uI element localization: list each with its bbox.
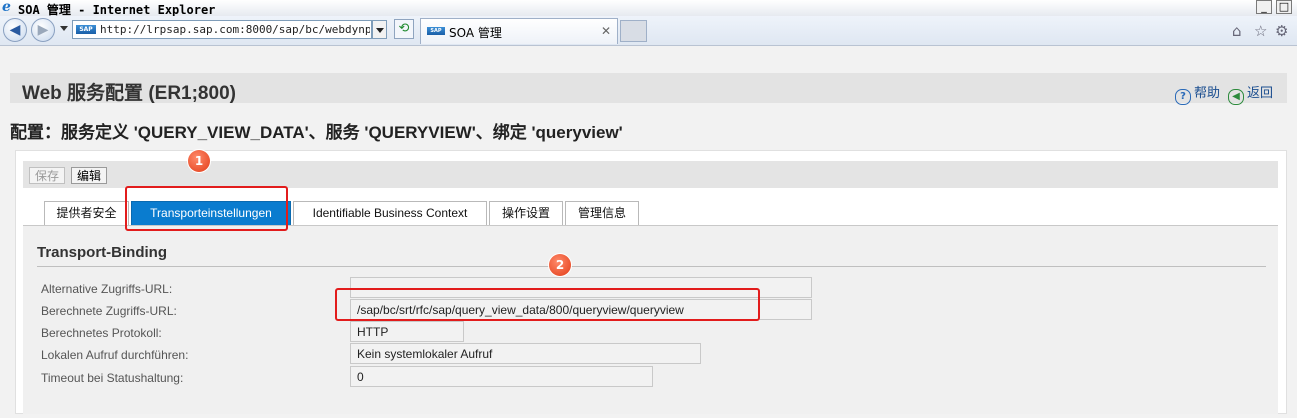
section-divider [37, 266, 1266, 267]
help-icon: ? [1175, 89, 1191, 105]
toolbar: 保存 编辑 [23, 161, 1278, 188]
back-link[interactable]: ◀ 返回 [1228, 82, 1273, 105]
page-title: Web 服务配置 (ER1;800) [22, 83, 236, 104]
internet-explorer-icon: e [2, 0, 11, 15]
window-title-bar: e SOA 管理 - Internet Explorer _ □ [0, 0, 1297, 17]
new-tab-button[interactable] [620, 20, 647, 42]
computed-protocol-label: Berechnetes Protokoll: [41, 326, 162, 340]
page-content: Web 服务配置 (ER1;800) ? 帮助 ◀ 返回 配置：服务定义 'QUER… [0, 46, 1297, 418]
browser-tab-label: SOA 管理 [449, 26, 502, 40]
star-icon[interactable]: ☆ [1254, 22, 1267, 40]
close-tab-icon[interactable]: ✕ [601, 24, 611, 38]
help-link[interactable]: ? 帮助 [1175, 82, 1220, 105]
edit-button[interactable]: 编辑 [71, 167, 108, 184]
sap-logo-icon: SAP [76, 25, 96, 34]
save-button[interactable]: 保存 [29, 167, 66, 184]
address-dropdown-button[interactable] [372, 20, 387, 39]
back-arrow-icon[interactable]: ◀ [3, 18, 27, 42]
alternative-url-label: Alternative Zugriffs-URL: [41, 282, 173, 296]
address-url[interactable]: http://lrpsap.sap.com:8000/sap/bc/webdyn… [100, 23, 370, 36]
local-call-field[interactable]: Kein systemlokaler Aufruf [350, 343, 701, 364]
highlight-box-computed-url [335, 288, 760, 321]
tab-identifiable-business-context[interactable]: Identifiable Business Context [293, 201, 487, 225]
minimize-button[interactable]: _ [1256, 0, 1272, 14]
tab-operation-settings[interactable]: 操作设置 [489, 201, 563, 225]
home-icon[interactable]: ⌂ [1232, 22, 1242, 40]
local-call-label: Lokalen Aufruf durchführen: [41, 348, 189, 362]
sap-tab-icon: SAP [427, 27, 445, 35]
tab-provider-security[interactable]: 提供者安全 [44, 201, 129, 225]
browser-tab[interactable]: SAP SOA 管理 ✕ [420, 18, 618, 44]
maximize-button[interactable]: □ [1276, 0, 1292, 14]
tab-admin-info[interactable]: 管理信息 [565, 201, 639, 225]
stateful-timeout-field[interactable]: 0 [350, 366, 653, 387]
stateful-timeout-label: Timeout bei Statushaltung: [41, 371, 184, 385]
annotation-badge-1: 1 [188, 150, 210, 172]
highlight-box-transport-tab [125, 186, 288, 231]
back-icon: ◀ [1228, 89, 1244, 105]
history-dropdown-icon[interactable] [60, 26, 68, 31]
app-header: Web 服务配置 (ER1;800) ? 帮助 ◀ 返回 [10, 73, 1287, 105]
config-subtitle: 配置：服务定义 'QUERY_VIEW_DATA'、服务 'QUERYVIEW'… [10, 123, 623, 142]
forward-arrow-icon[interactable]: ▶ [31, 18, 55, 42]
address-bar[interactable]: SAP http://lrpsap.sap.com:8000/sap/bc/we… [72, 20, 372, 39]
browser-nav-bar: ◀ ▶ SAP http://lrpsap.sap.com:8000/sap/b… [0, 16, 1297, 46]
gear-icon[interactable]: ⚙ [1275, 22, 1288, 40]
refresh-icon[interactable]: ⟲ [394, 19, 414, 39]
section-title: Transport-Binding [37, 244, 167, 261]
annotation-badge-2: 2 [549, 254, 571, 276]
computed-url-label: Berechnete Zugriffs-URL: [41, 304, 177, 318]
computed-protocol-field[interactable]: HTTP [350, 321, 464, 342]
